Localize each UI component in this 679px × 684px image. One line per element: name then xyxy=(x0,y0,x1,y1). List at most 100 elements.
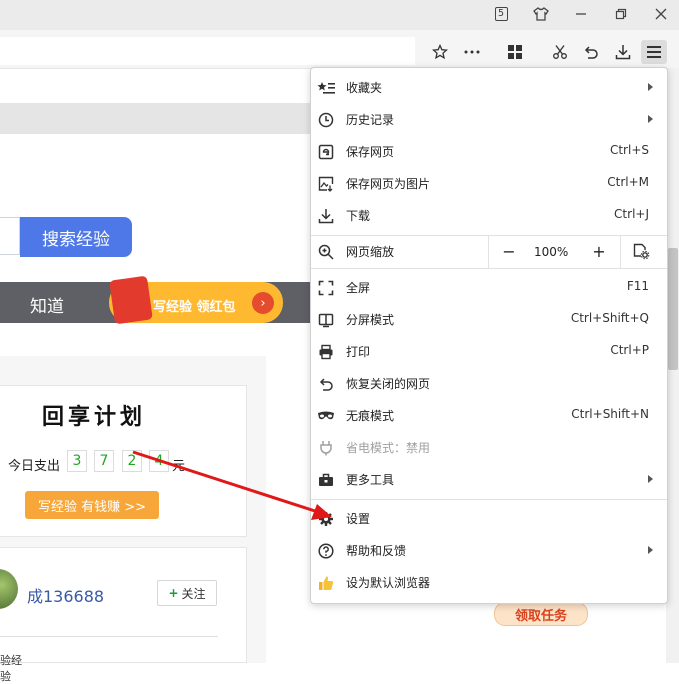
menu-item-fullscreen[interactable]: 全屏 F11 xyxy=(311,272,667,304)
menu-item-shortcut: Ctrl+P xyxy=(610,343,649,357)
menu-item-label: 恢复关闭的网页 xyxy=(346,377,431,391)
minimize-icon[interactable] xyxy=(569,3,593,25)
menu-item-label: 网页缩放 xyxy=(346,245,395,259)
menu-item-label: 下载 xyxy=(346,209,371,223)
scrollbar-thumb[interactable] xyxy=(668,248,678,370)
favorites-list-icon xyxy=(317,80,335,96)
incognito-mask-icon xyxy=(317,408,335,424)
submenu-arrow-icon xyxy=(648,83,653,91)
menu-item-label: 收藏夹 xyxy=(346,81,383,95)
search-input[interactable] xyxy=(0,217,20,255)
menu-item-label: 分屏模式 xyxy=(346,313,395,327)
menu-item-more-tools[interactable]: 更多工具 xyxy=(311,464,667,496)
thumbs-up-icon xyxy=(317,575,335,591)
menu-item-label: 保存网页 xyxy=(346,145,395,159)
menu-item-label: 打印 xyxy=(346,345,371,359)
tab-count: 5 xyxy=(494,7,508,21)
zoom-settings-icon[interactable] xyxy=(632,242,654,264)
menu-item-label: 无痕模式 xyxy=(346,409,395,423)
zoom-divider xyxy=(620,236,621,268)
power-plug-icon xyxy=(317,440,335,456)
divider xyxy=(0,636,218,637)
menu-item-print[interactable]: 打印 Ctrl+P xyxy=(311,336,667,368)
menu-item-shortcut: Ctrl+M xyxy=(607,175,649,189)
zoom-out-button[interactable]: − xyxy=(498,241,520,263)
menu-item-save-page[interactable]: 保存网页 Ctrl+S xyxy=(311,136,667,168)
menu-item-label: 保存网页为图片 xyxy=(346,177,431,191)
red-envelope-icon xyxy=(109,275,153,325)
menu-item-zoom: 网页缩放 xyxy=(311,236,667,268)
spend-digit: 7 xyxy=(94,450,114,472)
plus-icon: + xyxy=(168,586,179,600)
menu-item-power-saving: 省电模式：禁用 xyxy=(311,432,667,464)
follow-button[interactable]: + 关注 xyxy=(157,580,217,606)
history-clock-icon xyxy=(317,112,335,128)
menu-item-label: 历史记录 xyxy=(346,113,395,127)
submenu-arrow-icon xyxy=(648,546,653,554)
zoom-divider xyxy=(488,236,489,268)
user-card-footer-text: 验经验 xyxy=(0,654,22,683)
menu-item-incognito[interactable]: 无痕模式 Ctrl+Shift+N xyxy=(311,400,667,432)
spend-digit: 3 xyxy=(67,450,87,472)
plan-card-title: 回享计划 xyxy=(42,404,147,430)
menu-item-shortcut: Ctrl+S xyxy=(609,143,649,157)
save-page-icon xyxy=(317,144,335,160)
bookmark-star-icon[interactable] xyxy=(427,40,453,64)
download-icon xyxy=(317,208,335,224)
spend-digit: 4 xyxy=(149,450,169,472)
main-menu-icon[interactable] xyxy=(641,40,667,64)
zoom-in-button[interactable]: + xyxy=(588,241,610,263)
nav-link-zhidao[interactable]: 知道 xyxy=(30,292,64,317)
address-bar[interactable] xyxy=(0,37,415,65)
promo-arrow-icon[interactable]: › xyxy=(252,292,274,314)
menu-item-downloads[interactable]: 下载 Ctrl+J xyxy=(311,200,667,232)
tab-count-button[interactable]: 5 xyxy=(489,3,513,25)
username-link[interactable]: 成136688 xyxy=(27,583,104,607)
restore-icon xyxy=(317,376,335,392)
menu-item-shortcut: F11 xyxy=(626,279,649,293)
write-experience-button[interactable]: 写经验 有钱赚 >> xyxy=(25,491,159,519)
menu-item-label: 帮助和反馈 xyxy=(346,544,407,558)
save-image-icon xyxy=(317,176,335,192)
gear-icon xyxy=(317,511,335,527)
menu-item-shortcut: Ctrl+J xyxy=(614,207,649,221)
promo-text: 写经验 领红包 xyxy=(153,300,236,315)
menu-item-label: 设为默认浏览器 xyxy=(346,576,431,590)
zoom-icon xyxy=(317,244,335,260)
menu-item-set-default[interactable]: 设为默认浏览器 xyxy=(311,567,667,599)
submenu-arrow-icon xyxy=(648,115,653,123)
menu-item-shortcut: Ctrl+Shift+N xyxy=(571,407,649,421)
menu-item-label: 更多工具 xyxy=(346,473,395,487)
skin-shirt-icon[interactable] xyxy=(529,3,553,25)
menu-item-split-screen[interactable]: 分屏模式 Ctrl+Shift+Q xyxy=(311,304,667,336)
spend-digit: 2 xyxy=(122,450,142,472)
menu-item-history[interactable]: 历史记录 xyxy=(311,104,667,136)
menu-item-label: 省电模式：禁用 xyxy=(346,441,431,455)
spend-label: 今日支出 xyxy=(8,459,61,474)
menu-item-label: 设置 xyxy=(346,512,371,526)
printer-icon xyxy=(317,344,335,360)
search-button[interactable]: 搜索经验 xyxy=(20,217,132,257)
claim-task-button[interactable]: 领取任务 xyxy=(494,602,588,626)
close-icon[interactable] xyxy=(649,3,673,25)
undo-icon[interactable] xyxy=(578,40,604,64)
split-screen-icon xyxy=(317,312,335,328)
menu-item-save-as-image[interactable]: 保存网页为图片 Ctrl+M xyxy=(311,168,667,200)
menu-separator xyxy=(311,499,667,500)
zoom-level: 100% xyxy=(534,245,569,259)
menu-item-help[interactable]: 帮助和反馈 xyxy=(311,535,667,567)
menu-item-restore-closed[interactable]: 恢复关闭的网页 xyxy=(311,368,667,400)
menu-item-favorites[interactable]: 收藏夹 xyxy=(311,72,667,104)
more-dots-icon[interactable] xyxy=(459,40,485,64)
apps-grid-icon[interactable] xyxy=(502,40,528,64)
help-icon xyxy=(317,543,335,559)
scissors-icon[interactable] xyxy=(547,40,573,64)
submenu-arrow-icon xyxy=(648,475,653,483)
menu-item-settings[interactable]: 设置 xyxy=(311,503,667,535)
download-icon[interactable] xyxy=(610,40,636,64)
follow-label: 关注 xyxy=(181,586,206,601)
menu-separator xyxy=(311,268,667,269)
toolbox-icon xyxy=(317,472,335,488)
restore-window-icon[interactable] xyxy=(609,3,633,25)
menu-item-label: 全屏 xyxy=(346,281,371,295)
